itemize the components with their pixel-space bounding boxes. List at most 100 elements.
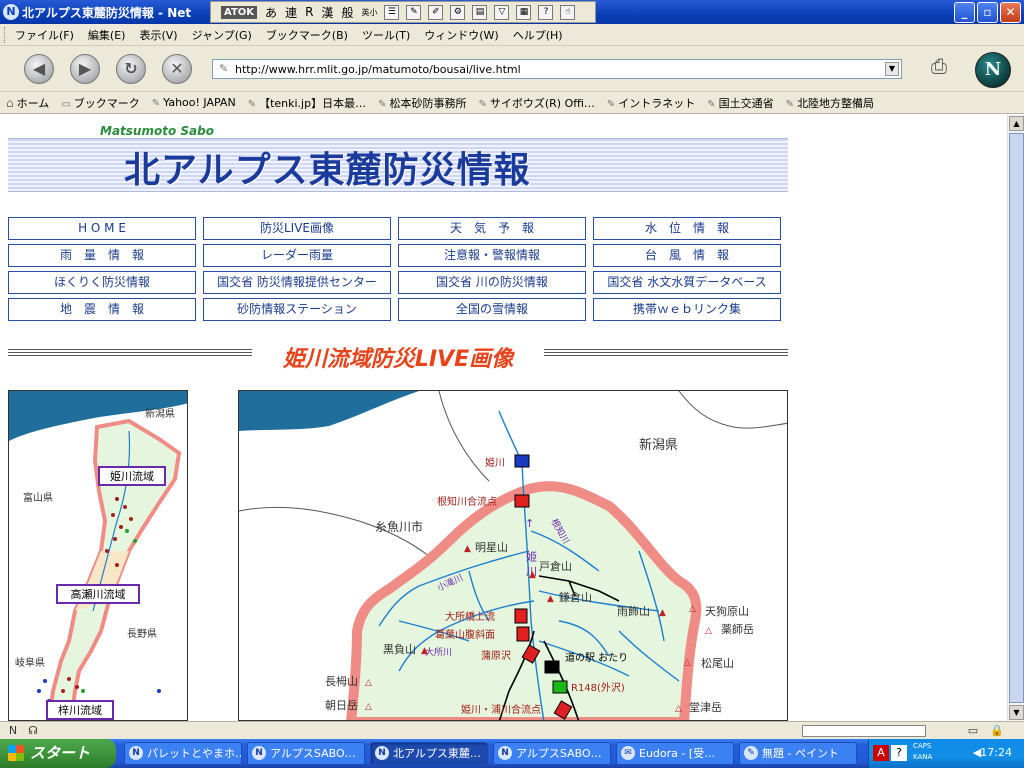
online-status-icon[interactable]: ☊ xyxy=(26,724,40,738)
ime-book-icon[interactable]: ▦ xyxy=(516,4,532,20)
maximize-button[interactable]: ▫ xyxy=(977,2,998,23)
print-icon[interactable]: ⎙ xyxy=(925,54,953,82)
nav-link-mlit-center[interactable]: 国交省 防災情報提供センター xyxy=(203,271,391,294)
bookmark-hokuriku[interactable]: 北陸地方整備局 xyxy=(786,95,874,111)
basin-label-hime[interactable]: 姫川流域 xyxy=(110,469,154,483)
netscape-throbber-icon[interactable]: N xyxy=(975,52,1011,88)
nav-link-typhoon[interactable]: 台 風 情 報 xyxy=(593,244,781,267)
start-button[interactable]: スタート xyxy=(0,739,116,768)
atok-label[interactable]: ATOK xyxy=(221,5,258,19)
ime-down-icon[interactable]: ▽ xyxy=(494,4,510,20)
minimize-button[interactable]: _ xyxy=(954,2,975,23)
ime-dict-icon[interactable]: ▤ xyxy=(472,4,488,20)
reload-button[interactable]: ↻ xyxy=(116,54,146,84)
taskbar-item[interactable]: ✉ Eudora - [受… xyxy=(616,742,734,765)
camera-nechi[interactable] xyxy=(514,494,530,508)
ime-tool-icon[interactable]: ⚙ xyxy=(450,4,466,20)
ime-pen-icon[interactable]: ✐ xyxy=(428,4,444,20)
ime-mode-ren[interactable]: 連 xyxy=(285,4,297,21)
taskbar-item[interactable]: N パレットとやまホ… xyxy=(124,742,242,765)
address-bar[interactable]: ✎ ▼ xyxy=(212,59,902,79)
nav-link-rainfall[interactable]: 雨 量 情 報 xyxy=(8,244,196,267)
clock[interactable]: 17:24 xyxy=(980,746,1012,759)
close-button[interactable]: ✕ xyxy=(1000,2,1021,23)
menu-file[interactable]: ファイル(F) xyxy=(15,27,74,43)
nav-link-sabo-station[interactable]: 砂防情報ステーション xyxy=(203,298,391,321)
menu-view[interactable]: 表示(V) xyxy=(139,27,177,43)
camera-label-nechi[interactable]: 根知川合流点 xyxy=(437,495,497,508)
basin-label-azusa[interactable]: 梓川流域 xyxy=(58,703,102,717)
nav-link-hokuriku[interactable]: ほくりく防災情報 xyxy=(8,271,196,294)
menu-bookmarks[interactable]: ブックマーク(B) xyxy=(266,27,348,43)
back-button[interactable]: ◀ xyxy=(24,54,54,84)
nav-link-home[interactable]: H O M E xyxy=(8,217,196,240)
bookmark-mlit[interactable]: 国土交通省 xyxy=(707,95,774,111)
nav-link-mlit-database[interactable]: 国交省 水文水質データベース xyxy=(593,271,781,294)
bookmark-intranet[interactable]: イントラネット xyxy=(607,95,695,111)
scroll-down-button[interactable]: ▼ xyxy=(1009,705,1024,720)
bookmark-cybozu[interactable]: サイボウズ(R) Offi… xyxy=(478,95,595,111)
taskbar: スタート N パレットとやまホ… N アルプスSABO… N 北アルプス東麓… N アル… xyxy=(0,739,1024,768)
menu-go[interactable]: ジャンプ(G) xyxy=(192,27,252,43)
camera-label-kuzuha[interactable]: 葛葉山腹斜面 xyxy=(435,628,495,641)
camera-label-hime[interactable]: 姫川 xyxy=(485,456,505,469)
taskbar-item-active[interactable]: N 北アルプス東麓… xyxy=(370,742,488,765)
security-lock-icon[interactable]: 🔒 xyxy=(990,724,1004,738)
url-history-dropdown[interactable]: ▼ xyxy=(885,62,899,76)
netscape-status-icon[interactable]: N xyxy=(6,724,20,738)
nav-link-mobile[interactable]: 携帯ｗｅｂリンク集 xyxy=(593,298,781,321)
stop-button[interactable]: ✕ xyxy=(162,54,192,84)
menu-edit[interactable]: 編集(E) xyxy=(88,27,126,43)
camera-sotozawa[interactable] xyxy=(552,680,568,694)
bookmark-tenki[interactable]: 【tenki.jp】日本最… xyxy=(248,95,366,111)
nav-link-live-images[interactable]: 防災LIVE画像 xyxy=(203,217,391,240)
scroll-thumb[interactable] xyxy=(1009,133,1024,703)
scroll-up-button[interactable]: ▲ xyxy=(1009,116,1024,131)
ime-mode-ban[interactable]: 般 xyxy=(341,4,353,21)
help-icon[interactable]: ? xyxy=(891,745,907,761)
ime-mode-small[interactable]: 英小 xyxy=(361,7,377,18)
nav-link-mlit-river[interactable]: 国交省 川の防災情報 xyxy=(398,271,586,294)
page-proxy-icon[interactable]: ✎ xyxy=(219,62,228,75)
acrobat-icon[interactable]: A xyxy=(873,745,889,761)
bookmark-matsumoto-sabo[interactable]: 松本砂防事務所 xyxy=(378,95,466,111)
camera-label-ootokoro[interactable]: 大所橋上流 xyxy=(445,610,495,623)
taskbar-item[interactable]: N アルプスSABO… xyxy=(247,742,365,765)
camera-label-michinoeki[interactable]: 道の駅 おたり xyxy=(565,651,628,664)
ime-mode-hira[interactable]: あ xyxy=(265,4,277,21)
bookmark-home[interactable]: ホーム xyxy=(6,95,50,111)
overview-map[interactable]: 新潟県 富山県 長野県 岐阜県 姫川流域 高瀬川流域 梓川流域 xyxy=(8,390,188,721)
menu-tools[interactable]: ツール(T) xyxy=(362,27,410,43)
nav-link-radar[interactable]: レーダー雨量 xyxy=(203,244,391,267)
ime-mode-r[interactable]: R xyxy=(305,5,313,19)
ime-hand-icon[interactable]: ☝ xyxy=(560,4,576,20)
menu-help[interactable]: ヘルプ(H) xyxy=(513,27,563,43)
component-bar-icon[interactable]: ▭ xyxy=(966,724,980,738)
basin-label-takase[interactable]: 高瀬川流域 xyxy=(71,587,126,601)
ime-menu-icon[interactable]: ☰ xyxy=(384,4,400,20)
ime-mode-kan[interactable]: 漢 xyxy=(321,4,333,21)
menu-window[interactable]: ウィンドウ(W) xyxy=(424,27,498,43)
camera-label-gamahara[interactable]: 蒲原沢 xyxy=(481,649,511,662)
detail-map[interactable]: 新潟県 糸魚川市 姫 川 ↑ 根知川 小滝川 大所川 ▲ 明星山 ▲ 戸倉山 ▲… xyxy=(238,390,788,721)
taskbar-item[interactable]: ✎ 無題 - ペイント xyxy=(739,742,857,765)
ime-edit-icon[interactable]: ✎ xyxy=(406,4,422,20)
camera-ootokoro[interactable] xyxy=(514,608,528,624)
nav-link-warnings[interactable]: 注意報・警報情報 xyxy=(398,244,586,267)
url-input[interactable] xyxy=(235,61,875,77)
forward-button[interactable]: ▶ xyxy=(70,54,100,84)
taskbar-item[interactable]: N アルプスSABO… xyxy=(493,742,611,765)
nav-link-water-level[interactable]: 水 位 情 報 xyxy=(593,217,781,240)
nav-link-earthquake[interactable]: 地 震 情 報 xyxy=(8,298,196,321)
camera-kuzuha[interactable] xyxy=(516,626,530,642)
nav-link-weather[interactable]: 天 気 予 報 xyxy=(398,217,586,240)
nav-link-snow[interactable]: 全国の雪情報 xyxy=(398,298,586,321)
ime-help-icon[interactable]: ? xyxy=(538,4,554,20)
bookmark-folder[interactable]: ブックマーク xyxy=(61,95,140,111)
camera-michinoeki[interactable] xyxy=(544,660,560,674)
camera-hime[interactable] xyxy=(514,454,530,468)
camera-label-sotozawa[interactable]: R148(外沢) xyxy=(571,681,625,694)
bookmark-yahoo[interactable]: Yahoo! JAPAN xyxy=(152,96,236,109)
vertical-scrollbar[interactable]: ▲ ▼ xyxy=(1007,115,1024,721)
camera-label-urakawa[interactable]: 姫川・浦川合流点 xyxy=(461,703,541,716)
